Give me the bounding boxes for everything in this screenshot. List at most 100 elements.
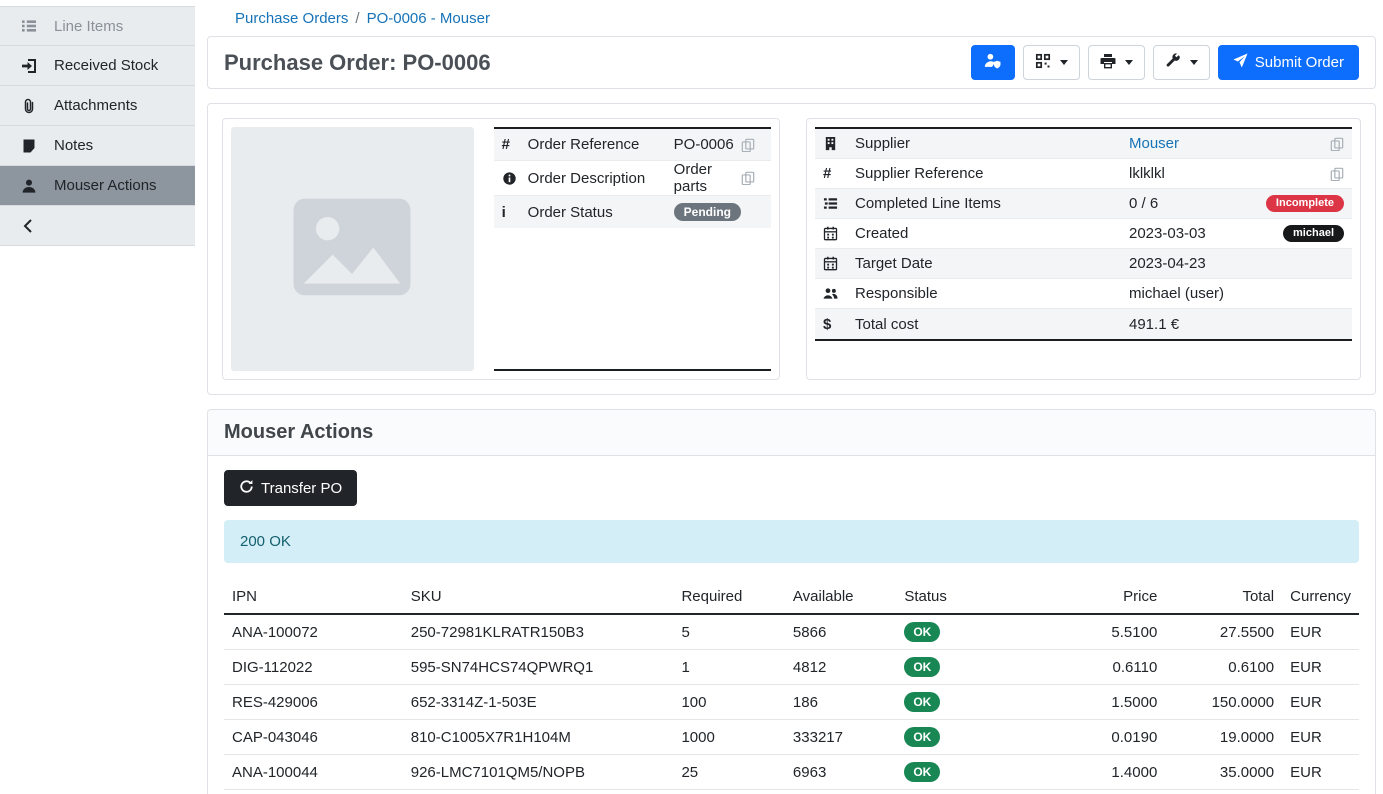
cell-total: 27.5500: [1165, 614, 1282, 650]
cell-price: 5.7200: [1019, 790, 1165, 794]
detail-row-order-description: Order Description Order parts: [494, 161, 771, 196]
created-by-badge: michael: [1283, 225, 1344, 242]
calendar-icon: [823, 256, 855, 271]
chevron-down-icon: [1190, 60, 1198, 65]
cell-required: 1: [673, 650, 784, 685]
detail-label: Order Description: [528, 170, 674, 187]
sidebar: Line Items Received Stock Attachments No…: [0, 6, 195, 246]
detail-value: michael (user): [1129, 285, 1344, 302]
copy-icon[interactable]: [1330, 137, 1344, 151]
cell-price: 0.6110: [1019, 650, 1165, 685]
sign-in-icon: [20, 58, 38, 74]
cell-price: 0.0190: [1019, 720, 1165, 755]
detail-row-target-date: Target Date 2023-04-23: [815, 249, 1352, 279]
chevron-left-icon: [20, 218, 38, 234]
refresh-icon: [239, 479, 254, 498]
detail-label: Total cost: [855, 316, 1129, 333]
print-actions-button[interactable]: [1088, 45, 1145, 80]
order-details-table: # Order Reference PO-0006 Order Descript…: [494, 127, 771, 371]
cell-available: 4812: [785, 650, 896, 685]
detail-value: 2023-03-03: [1129, 225, 1283, 242]
col-header-available: Available: [785, 580, 896, 614]
sidebar-item-label: Line Items: [54, 18, 123, 35]
mouser-line-items-table: IPN SKU Required Available Status Price …: [224, 580, 1359, 794]
header-toolbar: Submit Order: [971, 45, 1359, 80]
sidebar-item-notes[interactable]: Notes: [0, 126, 195, 166]
col-header-price: Price: [1019, 580, 1165, 614]
order-actions-button[interactable]: [1153, 45, 1210, 80]
sidebar-item-mouser-actions[interactable]: Mouser Actions: [0, 166, 195, 206]
cell-currency: EUR: [1282, 614, 1359, 650]
sidebar-item-attachments[interactable]: Attachments: [0, 86, 195, 126]
users-icon: [823, 286, 855, 301]
hash-icon: #: [823, 165, 855, 182]
qr-code-icon: [1035, 53, 1051, 73]
col-header-sku: SKU: [403, 580, 674, 614]
detail-row-order-reference: # Order Reference PO-0006: [494, 129, 771, 161]
cell-ipn: RES-429006: [224, 685, 403, 720]
status-badge: OK: [904, 727, 940, 747]
cell-ipn: ANA-100044: [224, 755, 403, 790]
transfer-po-label: Transfer PO: [261, 480, 342, 497]
sidebar-collapse-button[interactable]: [0, 206, 195, 246]
cell-required: 1000: [673, 720, 784, 755]
table-header-row: IPN SKU Required Available Status Price …: [224, 580, 1359, 614]
barcode-actions-button[interactable]: [1023, 45, 1080, 80]
mouser-actions-panel: Mouser Actions Transfer PO 200 OK: [207, 409, 1376, 794]
list-icon: [20, 18, 38, 34]
submit-order-label: Submit Order: [1255, 54, 1344, 71]
building-icon: [823, 136, 855, 151]
cell-available: 186: [785, 685, 896, 720]
cell-ipn: ANA-100072: [224, 614, 403, 650]
order-image-placeholder: [231, 127, 474, 371]
status-alert: 200 OK: [224, 520, 1359, 563]
transfer-po-button[interactable]: Transfer PO: [224, 470, 357, 506]
incomplete-badge: Incomplete: [1266, 195, 1344, 212]
info-circle-icon: [502, 171, 528, 186]
detail-row-total-cost: $ Total cost 491.1 €: [815, 309, 1352, 339]
detail-label: Target Date: [855, 255, 1129, 272]
detail-row-supplier: Supplier Mouser: [815, 129, 1352, 159]
cell-currency: EUR: [1282, 685, 1359, 720]
cell-sku: 611-110.107.011/0205: [403, 790, 674, 794]
printer-icon: [1100, 53, 1116, 73]
detail-row-completed-line-items: Completed Line Items 0 / 6 Incomplete: [815, 189, 1352, 219]
col-header-total: Total: [1165, 580, 1282, 614]
detail-value: PO-0006: [674, 136, 741, 153]
cell-available: 6963: [785, 755, 896, 790]
breadcrumb-link-current-order[interactable]: PO-0006 - Mouser: [367, 10, 490, 27]
cell-price: 5.5100: [1019, 614, 1165, 650]
copy-icon[interactable]: [741, 171, 763, 185]
status-badge: OK: [904, 762, 940, 782]
breadcrumb-link-purchase-orders[interactable]: Purchase Orders: [235, 10, 348, 27]
list-check-icon: [823, 196, 855, 211]
sidebar-item-received-stock[interactable]: Received Stock: [0, 46, 195, 86]
submit-order-button[interactable]: Submit Order: [1218, 45, 1359, 80]
sidebar-item-line-items[interactable]: Line Items: [0, 6, 195, 46]
cell-total: 19.0000: [1165, 720, 1282, 755]
sidebar-item-label: Received Stock: [54, 57, 158, 74]
cell-sku: 810-C1005X7R1H104M: [403, 720, 674, 755]
copy-icon[interactable]: [1330, 167, 1344, 181]
order-details-panel: # Order Reference PO-0006 Order Descript…: [207, 103, 1376, 395]
detail-label: Responsible: [855, 285, 1129, 302]
detail-value: 491.1 €: [1129, 316, 1344, 333]
dollar-icon: $: [823, 316, 855, 333]
order-summary-card: # Order Reference PO-0006 Order Descript…: [222, 118, 780, 380]
supplier-link[interactable]: Mouser: [1129, 135, 1330, 152]
order-status-badge: Pending: [674, 203, 741, 221]
detail-value: 2023-04-23: [1129, 255, 1344, 272]
cell-ipn: CAP-043046: [224, 720, 403, 755]
user-shield-icon: [984, 52, 1001, 73]
detail-value: 0 / 6: [1129, 195, 1266, 212]
cell-required: 25: [673, 755, 784, 790]
table-row: ANA-100072 250-72981KLRATR150B3 5 5866 O…: [224, 614, 1359, 650]
issue-order-button[interactable]: [971, 45, 1015, 80]
detail-label: Created: [855, 225, 1129, 242]
note-icon: [20, 138, 38, 154]
cell-total: 268.8400: [1165, 790, 1282, 794]
copy-icon[interactable]: [741, 138, 763, 152]
status-badge: OK: [904, 692, 940, 712]
page-title: Purchase Order: PO-0006: [224, 50, 491, 76]
status-badge: OK: [904, 657, 940, 677]
